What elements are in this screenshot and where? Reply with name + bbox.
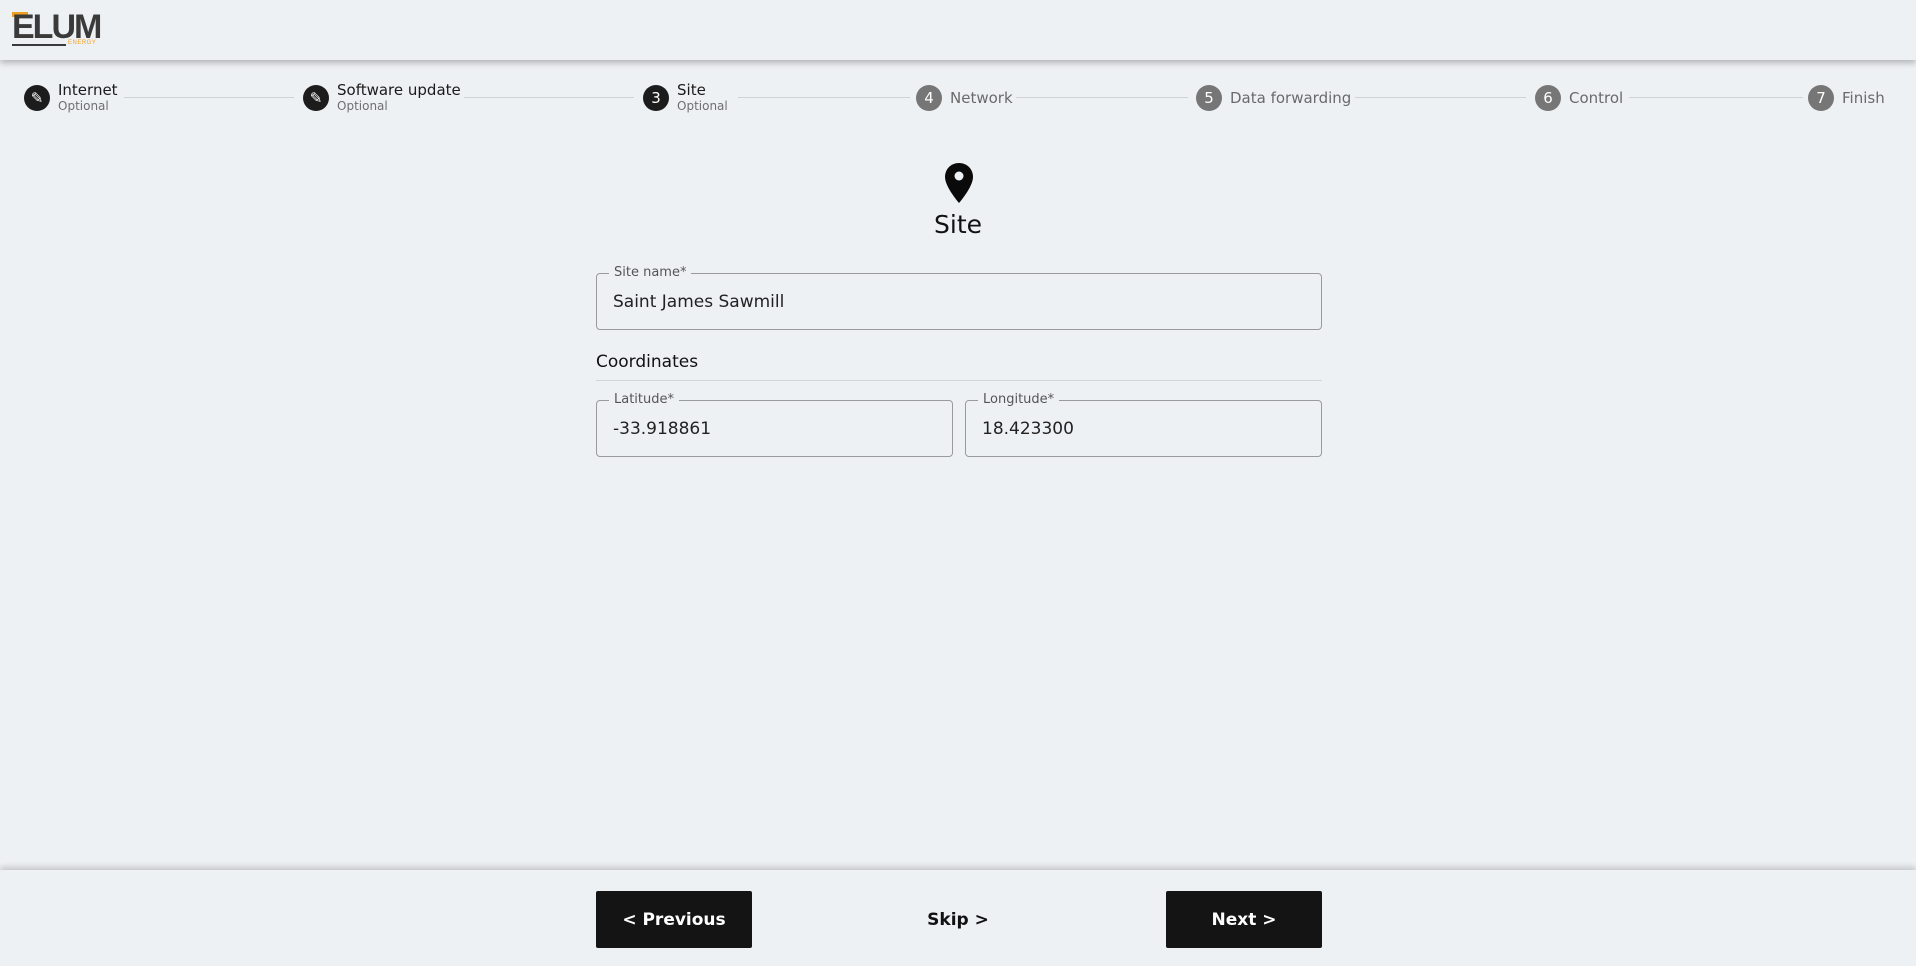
setup-stepper: ✎ Internet Optional ✎ Software update Op… xyxy=(0,78,1916,118)
step-number-badge: 3 xyxy=(643,85,669,111)
step-internet[interactable]: ✎ Internet Optional xyxy=(24,78,118,118)
step-label: Finish xyxy=(1842,88,1885,107)
edit-pencil-icon: ✎ xyxy=(24,85,50,111)
step-number-badge: 4 xyxy=(916,85,942,111)
step-connector xyxy=(464,97,634,98)
step-number-badge: 6 xyxy=(1535,85,1561,111)
longitude-value[interactable]: 18.423300 xyxy=(982,401,1074,456)
step-label: Network xyxy=(950,88,1013,107)
step-connector xyxy=(124,97,294,98)
site-name-field[interactable]: Site name* Saint James Sawmill xyxy=(596,265,1322,330)
step-connector xyxy=(738,97,910,98)
step-label: Data forwarding xyxy=(1230,88,1352,107)
edit-pencil-icon: ✎ xyxy=(303,85,329,111)
step-software-update[interactable]: ✎ Software update Optional xyxy=(303,78,461,118)
step-label: Software update xyxy=(337,81,461,99)
step-control: 6 Control xyxy=(1535,78,1623,118)
step-finish: 7 Finish xyxy=(1808,78,1885,118)
coordinates-heading: Coordinates xyxy=(596,352,699,372)
step-number-badge: 5 xyxy=(1196,85,1222,111)
previous-button[interactable]: < Previous xyxy=(596,891,752,948)
step-label: Control xyxy=(1569,88,1624,107)
step-number-badge: 7 xyxy=(1808,85,1834,111)
step-connector xyxy=(1629,97,1803,98)
next-button[interactable]: Next > xyxy=(1166,891,1322,948)
latitude-field[interactable]: Latitude* -33.918861 xyxy=(596,392,953,457)
page-title: Site xyxy=(934,210,982,239)
logo-underline xyxy=(12,44,66,46)
longitude-field[interactable]: Longitude* 18.423300 xyxy=(965,392,1322,457)
site-name-value[interactable]: Saint James Sawmill xyxy=(613,274,784,329)
skip-button[interactable]: Skip > xyxy=(880,891,1036,948)
logo-tagline: ENERGY xyxy=(68,40,97,46)
step-optional-label: Optional xyxy=(677,99,728,113)
elum-energy-logo[interactable]: ELUM ENERGY xyxy=(12,8,102,50)
step-optional-label: Optional xyxy=(58,99,109,113)
bottom-action-bar: < Previous Skip > Next > xyxy=(0,870,1916,966)
step-label: Internet xyxy=(58,81,118,99)
step-data-forwarding: 5 Data forwarding xyxy=(1196,78,1351,118)
top-bar: ELUM ENERGY xyxy=(0,0,1916,60)
step-site[interactable]: 3 Site Optional xyxy=(643,78,728,118)
step-connector xyxy=(1355,97,1526,98)
step-connector xyxy=(1016,97,1188,98)
step-optional-label: Optional xyxy=(337,99,388,113)
latitude-value[interactable]: -33.918861 xyxy=(613,401,711,456)
location-pin-icon xyxy=(945,163,973,203)
step-label: Site xyxy=(677,81,706,99)
coordinates-divider xyxy=(596,380,1322,381)
step-network: 4 Network xyxy=(916,78,1013,118)
